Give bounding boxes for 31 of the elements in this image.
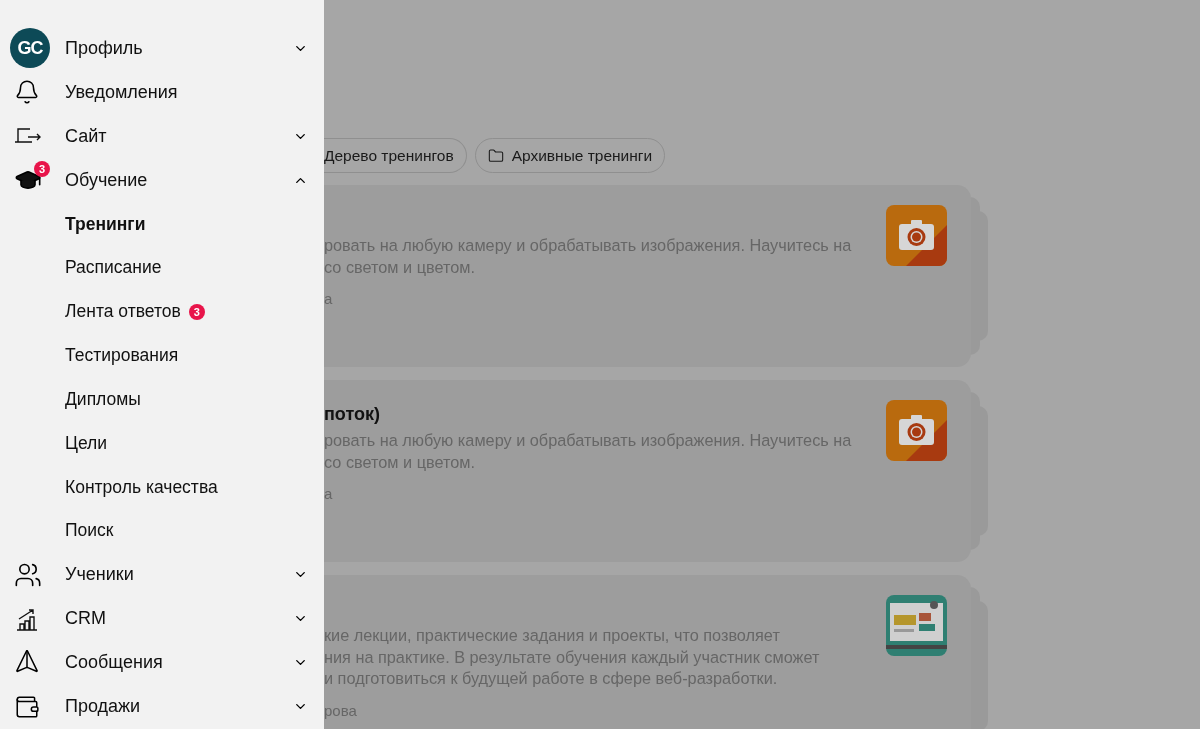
sidebar-label: Обучение (64, 169, 149, 191)
count-badge: 3 (34, 161, 50, 178)
submenu-item[interactable]: Лента ответов (65, 301, 181, 323)
wallet-icon (14, 694, 40, 720)
sidebar-label: Уведомления (64, 81, 179, 103)
avatar: GC (10, 28, 50, 68)
sidebar-label: Ученики (64, 564, 135, 586)
sidebar-item[interactable]: Сайт (0, 114, 324, 159)
bell-icon (14, 79, 40, 106)
card-title: поток) (324, 402, 381, 426)
sidebar-label: CRM (64, 608, 107, 630)
folder-icon (487, 147, 504, 164)
sidebar-label: Сайт (64, 125, 108, 147)
sidebar-item[interactable]: Ученики (0, 552, 324, 597)
submenu-item[interactable]: Контроль качества (65, 476, 218, 498)
sidebar-label: Сообщения (64, 652, 164, 674)
submenu-item[interactable]: Тренинги (65, 213, 146, 235)
sidebar-label: Продажи (64, 696, 142, 718)
count-badge: 3 (188, 303, 205, 320)
sidebar-item[interactable]: Уведомления (0, 70, 324, 115)
submenu-item[interactable]: Поиск (65, 520, 114, 542)
submenu-item[interactable]: Дипломы (65, 388, 141, 410)
sidebar-item[interactable]: Продажи (0, 684, 324, 729)
sidebar-item[interactable]: CRM (0, 596, 324, 641)
sidebar-label: Профиль (64, 37, 144, 59)
submenu-item[interactable]: Расписание (65, 257, 162, 279)
sidebar-item[interactable]: 3 Обучение (0, 158, 324, 203)
submenu-item[interactable]: Цели (65, 432, 108, 454)
submenu-item[interactable]: Тестирования (65, 345, 179, 367)
sidebar-item[interactable]: GC Профиль (0, 26, 324, 71)
sidebar-item[interactable]: Сообщения (0, 640, 324, 685)
